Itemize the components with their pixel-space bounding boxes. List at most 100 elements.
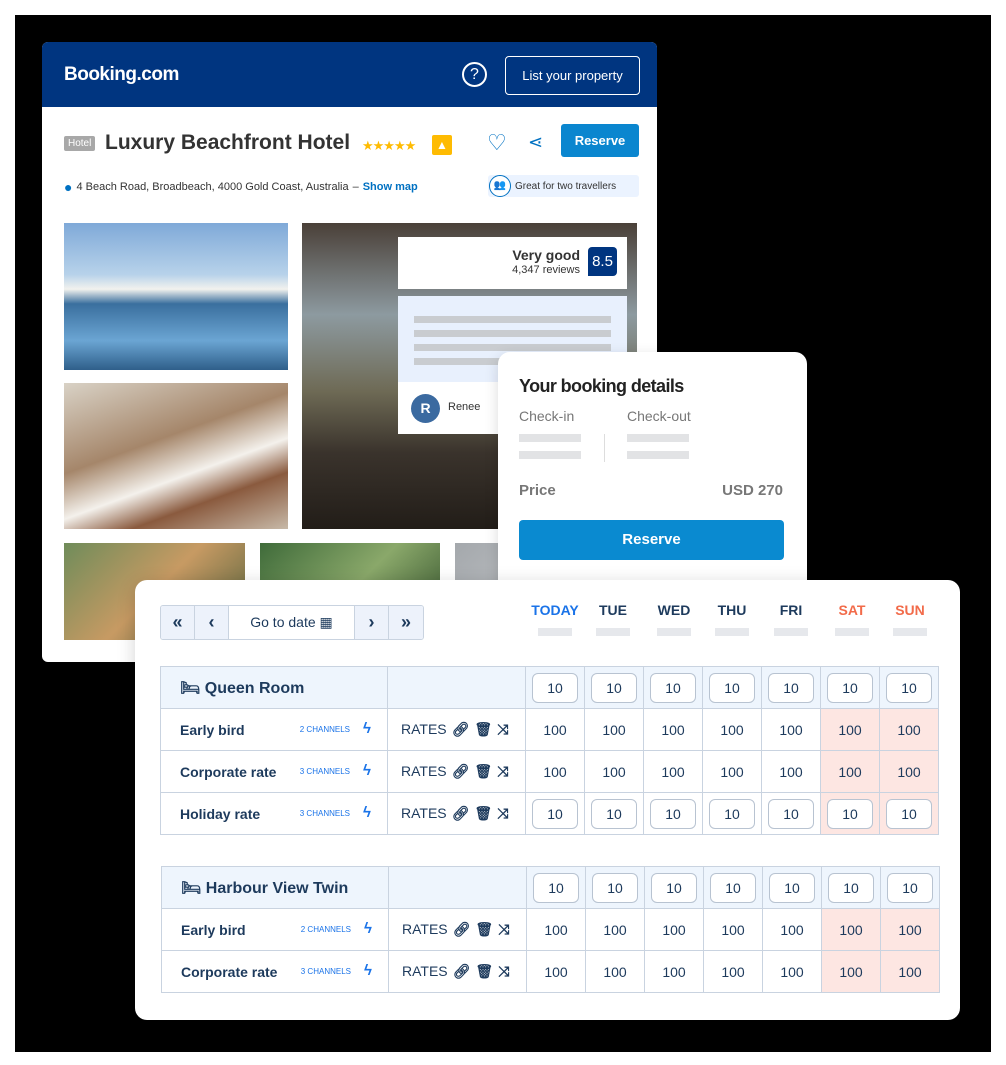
rate-cell[interactable]: 100 bbox=[703, 908, 763, 951]
availability-input[interactable]: 10 bbox=[533, 872, 579, 903]
rates-label[interactable]: RATES bbox=[402, 921, 448, 937]
rate-value: 100 bbox=[544, 963, 568, 980]
rate-input[interactable]: 10 bbox=[768, 798, 814, 829]
rate-cell[interactable]: 100 bbox=[584, 750, 644, 793]
rate-cell[interactable]: 100 bbox=[702, 708, 762, 751]
rate-cell[interactable]: 100 bbox=[762, 950, 822, 993]
availability-cell: 10 bbox=[526, 866, 586, 909]
day-header-fri: FRI bbox=[779, 602, 803, 618]
trash-icon[interactable]: 🗑︎ bbox=[474, 721, 492, 737]
rate-cell[interactable]: 100 bbox=[643, 750, 703, 793]
rate-cell[interactable]: 100 bbox=[525, 708, 585, 751]
trash-icon[interactable]: 🗑︎ bbox=[475, 921, 493, 937]
rate-cell[interactable]: 100 bbox=[820, 750, 880, 793]
rate-cell[interactable]: 100 bbox=[702, 750, 762, 793]
day-header-wed: WED bbox=[657, 602, 691, 618]
rate-plan-row: Holiday rate 3 CHANNELS ϟ RATES 🔗︎ 🗑︎ ⤨ 10 10 10 1… bbox=[160, 792, 939, 835]
rate-input[interactable]: 10 bbox=[532, 798, 578, 829]
link-icon[interactable]: 🔗︎ bbox=[453, 963, 471, 979]
trash-icon[interactable]: 🗑︎ bbox=[474, 805, 492, 821]
trash-icon[interactable]: 🗑︎ bbox=[474, 763, 492, 779]
availability-input[interactable]: 10 bbox=[591, 672, 637, 703]
rate-cell[interactable]: 100 bbox=[761, 750, 821, 793]
rate-cell[interactable]: 100 bbox=[585, 908, 645, 951]
channels-link[interactable]: 3 CHANNELS bbox=[301, 967, 351, 976]
star-rating: ★★★★★ bbox=[362, 138, 416, 153]
go-to-date-button[interactable]: Go to date ▦ bbox=[229, 606, 355, 639]
photo-beach-umbrellas[interactable] bbox=[64, 223, 288, 370]
availability-input[interactable]: 10 bbox=[887, 872, 933, 903]
share-icon[interactable]: ⋖ bbox=[528, 132, 543, 153]
link-icon[interactable]: 🔗︎ bbox=[452, 805, 470, 821]
rate-input[interactable]: 10 bbox=[709, 798, 755, 829]
show-map-link[interactable]: Show map bbox=[363, 181, 418, 193]
rate-input[interactable]: 10 bbox=[886, 798, 932, 829]
rate-cell[interactable]: 100 bbox=[526, 950, 586, 993]
last-page-button[interactable]: » bbox=[389, 606, 423, 639]
rate-input[interactable]: 10 bbox=[591, 798, 637, 829]
availability-input[interactable]: 10 bbox=[709, 672, 755, 703]
rate-cell[interactable]: 100 bbox=[879, 750, 939, 793]
rate-value: 100 bbox=[662, 921, 686, 938]
rates-label[interactable]: RATES bbox=[401, 763, 447, 779]
prev-button[interactable]: ‹ bbox=[195, 606, 229, 639]
rates-label[interactable]: RATES bbox=[402, 963, 448, 979]
channels-link[interactable]: 2 CHANNELS bbox=[300, 725, 350, 734]
list-property-button[interactable]: List your property bbox=[505, 56, 640, 95]
shuffle-icon[interactable]: ⤨ bbox=[498, 963, 509, 979]
availability-input[interactable]: 10 bbox=[828, 872, 874, 903]
rate-cell[interactable]: 100 bbox=[644, 908, 704, 951]
availability-input[interactable]: 10 bbox=[886, 672, 932, 703]
great-for-two-badge: 👥 Great for two travellers bbox=[488, 175, 639, 197]
reserve-button[interactable]: Reserve bbox=[561, 124, 639, 157]
channels-link[interactable]: 2 CHANNELS bbox=[301, 925, 351, 934]
booking-reserve-button[interactable]: Reserve bbox=[519, 520, 784, 560]
rate-cell[interactable]: 100 bbox=[585, 950, 645, 993]
availability-input[interactable]: 10 bbox=[532, 672, 578, 703]
rate-cell[interactable]: 100 bbox=[820, 708, 880, 751]
channels-link[interactable]: 3 CHANNELS bbox=[300, 809, 350, 818]
availability-input[interactable]: 10 bbox=[769, 872, 815, 903]
availability-input[interactable]: 10 bbox=[710, 872, 756, 903]
rate-cell[interactable]: 100 bbox=[525, 750, 585, 793]
shuffle-icon[interactable]: ⤨ bbox=[498, 921, 509, 937]
rate-cell[interactable]: 100 bbox=[879, 708, 939, 751]
shuffle-icon[interactable]: ⤨ bbox=[497, 805, 508, 821]
rate-value: 100 bbox=[720, 763, 744, 780]
rate-cell[interactable]: 100 bbox=[584, 708, 644, 751]
booking-logo[interactable]: Booking.com bbox=[64, 64, 179, 86]
empty-cell bbox=[388, 866, 527, 909]
room-name: 🛏 Harbour View Twin bbox=[161, 866, 389, 909]
rate-input[interactable]: 10 bbox=[650, 798, 696, 829]
rates-label[interactable]: RATES bbox=[401, 721, 447, 737]
first-page-button[interactable]: « bbox=[161, 606, 195, 639]
help-icon[interactable]: ? bbox=[462, 62, 487, 87]
trash-icon[interactable]: 🗑︎ bbox=[475, 963, 493, 979]
rates-label[interactable]: RATES bbox=[401, 805, 447, 821]
availability-input[interactable]: 10 bbox=[827, 672, 873, 703]
rate-cell[interactable]: 100 bbox=[644, 950, 704, 993]
photo-bedroom[interactable] bbox=[64, 383, 288, 529]
rate-cell[interactable]: 100 bbox=[762, 908, 822, 951]
rate-cell[interactable]: 100 bbox=[821, 908, 881, 951]
rate-cell[interactable]: 100 bbox=[703, 950, 763, 993]
availability-input[interactable]: 10 bbox=[650, 672, 696, 703]
rate-cell[interactable]: 100 bbox=[761, 708, 821, 751]
link-icon[interactable]: 🔗︎ bbox=[452, 721, 470, 737]
availability-input[interactable]: 10 bbox=[651, 872, 697, 903]
rate-input[interactable]: 10 bbox=[827, 798, 873, 829]
rate-cell[interactable]: 100 bbox=[643, 708, 703, 751]
link-icon[interactable]: 🔗︎ bbox=[453, 921, 471, 937]
rate-cell[interactable]: 100 bbox=[821, 950, 881, 993]
availability-input[interactable]: 10 bbox=[768, 672, 814, 703]
rate-cell[interactable]: 100 bbox=[880, 908, 940, 951]
link-icon[interactable]: 🔗︎ bbox=[452, 763, 470, 779]
rate-cell[interactable]: 100 bbox=[880, 950, 940, 993]
availability-input[interactable]: 10 bbox=[592, 872, 638, 903]
heart-icon[interactable]: ♡ bbox=[487, 130, 507, 156]
shuffle-icon[interactable]: ⤨ bbox=[497, 721, 508, 737]
channels-link[interactable]: 3 CHANNELS bbox=[300, 767, 350, 776]
next-button[interactable]: › bbox=[355, 606, 389, 639]
rate-cell[interactable]: 100 bbox=[526, 908, 586, 951]
shuffle-icon[interactable]: ⤨ bbox=[497, 763, 508, 779]
